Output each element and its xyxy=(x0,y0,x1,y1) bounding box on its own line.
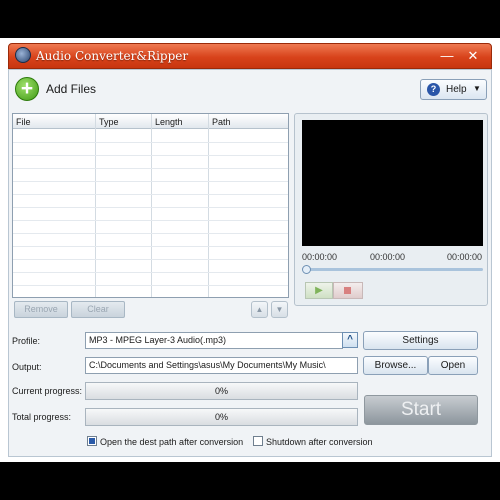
row-line xyxy=(13,194,288,195)
row-line xyxy=(13,246,288,247)
row-line xyxy=(13,207,288,208)
open-button[interactable]: Open xyxy=(428,356,478,375)
open-dest-label: Open the dest path after conversion xyxy=(100,437,244,447)
row-line xyxy=(13,220,288,221)
output-path-field[interactable]: C:\Documents and Settings\asus\My Docume… xyxy=(85,357,358,374)
current-progress-bar: 0% xyxy=(85,382,358,400)
close-button[interactable]: ✕ xyxy=(464,47,482,64)
output-label: Output: xyxy=(12,362,42,372)
profile-label: Profile: xyxy=(12,336,41,346)
shutdown-checkbox[interactable] xyxy=(253,436,263,446)
row-line xyxy=(13,233,288,234)
move-down-icon[interactable]: ▼ xyxy=(271,301,288,318)
clear-button[interactable]: Clear xyxy=(71,301,125,318)
row-line xyxy=(13,259,288,260)
total-progress-bar: 0% xyxy=(85,408,358,426)
window-title: Audio Converter&Ripper xyxy=(36,49,189,63)
column-path[interactable]: Path xyxy=(212,117,231,127)
stop-icon xyxy=(344,287,351,294)
seek-bar[interactable] xyxy=(306,268,483,271)
seek-handle[interactable] xyxy=(302,265,311,274)
row-line xyxy=(13,168,288,169)
move-up-icon[interactable]: ▲ xyxy=(251,301,268,318)
row-line xyxy=(13,155,288,156)
chevron-down-icon: ▼ xyxy=(473,84,481,93)
current-progress-label: Current progress: xyxy=(12,386,83,396)
checkbox-check-mark xyxy=(89,438,95,444)
remove-button[interactable]: Remove xyxy=(14,301,68,318)
video-preview xyxy=(302,120,483,246)
row-line xyxy=(13,181,288,182)
minimize-button[interactable]: — xyxy=(438,47,456,64)
app-icon xyxy=(15,47,31,63)
help-icon: ? xyxy=(427,83,440,96)
start-button[interactable]: Start xyxy=(364,395,478,425)
help-label: Help xyxy=(446,84,467,95)
time-end: 00:00:00 xyxy=(447,252,483,262)
column-file[interactable]: File xyxy=(16,117,31,127)
shutdown-label: Shutdown after conversion xyxy=(266,437,373,447)
column-length[interactable]: Length xyxy=(155,117,183,127)
chevron-up-icon[interactable]: ^ xyxy=(342,332,358,348)
add-icon[interactable]: + xyxy=(15,77,39,101)
time-current: 00:00:00 xyxy=(370,252,406,262)
row-line xyxy=(13,142,288,143)
row-line xyxy=(13,272,288,273)
browse-button[interactable]: Browse... xyxy=(363,356,428,375)
total-progress-label: Total progress: xyxy=(12,412,72,422)
row-line xyxy=(13,285,288,286)
profile-select[interactable]: MP3 - MPEG Layer-3 Audio(.mp3) xyxy=(85,332,343,349)
play-icon[interactable]: ▶ xyxy=(305,282,333,299)
time-start: 00:00:00 xyxy=(302,252,338,262)
add-files-button[interactable]: Add Files xyxy=(46,82,96,96)
column-type[interactable]: Type xyxy=(99,117,119,127)
settings-button[interactable]: Settings xyxy=(363,331,478,350)
